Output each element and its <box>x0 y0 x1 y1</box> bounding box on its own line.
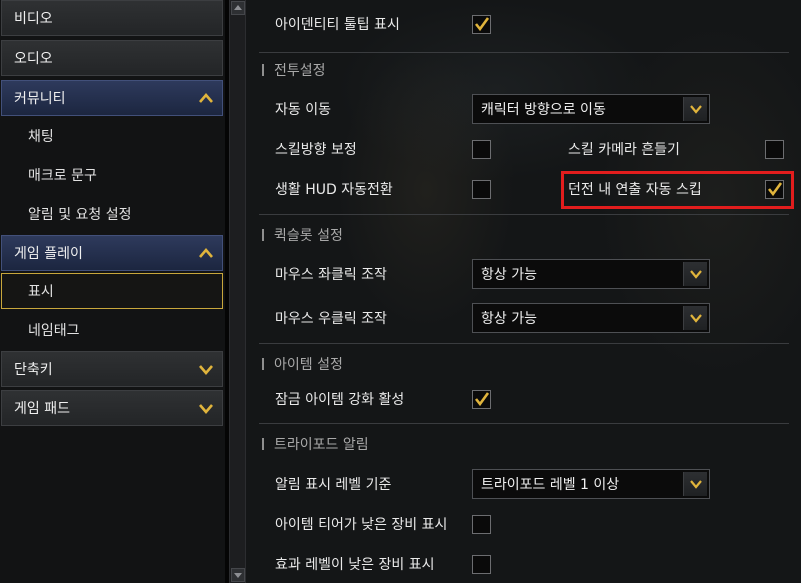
nav-hotkeys[interactable]: 단축키 <box>1 351 223 387</box>
nav-label: 단축키 <box>14 362 53 378</box>
setting-row-identity-tooltip: 아이덴티티 툴팁 표시 <box>246 6 801 42</box>
alert-level-dropdown[interactable]: 트라이포드 레벨 1 이상 <box>472 469 710 499</box>
setting-row-skill-direction: 스킬방향 보정 스킬 카메라 흔들기 <box>246 131 801 167</box>
nav-audio[interactable]: 오디오 <box>1 40 223 76</box>
chevron-down-icon <box>689 105 702 114</box>
dropdown-arrow-icon[interactable] <box>683 262 707 286</box>
dropdown-value: 트라이포드 레벨 1 이상 <box>481 477 620 493</box>
nav-label: 표시 <box>28 284 54 300</box>
life-hud-checkbox[interactable] <box>472 180 491 199</box>
section-divider <box>259 343 789 344</box>
settings-content: 아이덴티티 툴팁 표시 전투설정 자동 이동 캐릭터 방향으로 이동 스킬방향 … <box>246 0 801 583</box>
low-effect-checkbox[interactable] <box>472 555 491 574</box>
nav-video[interactable]: 비디오 <box>1 0 223 36</box>
setting-label: 마우스 우클릭 조작 <box>275 311 387 327</box>
section-marker <box>262 229 264 241</box>
setting-row-right-click: 마우스 우클릭 조작 항상 가능 <box>246 300 801 336</box>
setting-label: 아이덴티티 툴팁 표시 <box>275 17 400 33</box>
setting-label: 스킬방향 보정 <box>275 142 357 158</box>
section-title-quickslot: 퀵슬롯 설정 <box>262 224 343 246</box>
chevron-up-icon <box>199 93 213 103</box>
setting-row-alert-level: 알림 표시 레벨 기준 트라이포드 레벨 1 이상 <box>246 466 801 502</box>
scroll-up-icon <box>234 5 242 10</box>
chevron-down-icon <box>689 314 702 323</box>
section-title-text: 퀵슬롯 설정 <box>274 228 343 244</box>
nav-label: 게임 플레이 <box>14 246 83 262</box>
nav-nametag[interactable]: 네임태그 <box>1 312 223 348</box>
section-marker <box>262 358 264 370</box>
setting-row-left-click: 마우스 좌클릭 조작 항상 가능 <box>246 256 801 292</box>
nav-macro[interactable]: 매크로 문구 <box>1 157 223 193</box>
nav-label: 네임태그 <box>28 323 80 339</box>
setting-label: 잠금 아이템 강화 활성 <box>275 392 405 408</box>
dropdown-value: 항상 가능 <box>481 267 537 283</box>
section-marker <box>262 64 264 76</box>
nav-notification-settings[interactable]: 알림 및 요청 설정 <box>1 196 223 232</box>
settings-sidebar: 비디오 오디오 커뮤니티 채팅 매크로 문구 알림 및 요청 설정 게임 플레이… <box>0 0 225 583</box>
dropdown-arrow-icon[interactable] <box>683 97 707 121</box>
chevron-down-icon <box>199 404 213 414</box>
section-divider <box>259 423 789 424</box>
low-tier-checkbox[interactable] <box>472 515 491 534</box>
nav-gamepad[interactable]: 게임 패드 <box>1 390 223 426</box>
setting-label: 스킬 카메라 흔들기 <box>568 142 680 158</box>
setting-label: 생활 HUD 자동전환 <box>275 182 393 198</box>
setting-label: 자동 이동 <box>275 102 331 118</box>
chevron-down-icon <box>199 365 213 375</box>
check-icon <box>474 17 490 32</box>
setting-row-locked-enhance: 잠금 아이템 강화 활성 <box>246 381 801 417</box>
scroll-down-button[interactable] <box>231 568 245 582</box>
chevron-up-icon <box>199 248 213 258</box>
skill-camera-shake-checkbox[interactable] <box>765 140 784 159</box>
setting-row-low-tier: 아이템 티어가 낮은 장비 표시 <box>246 506 801 542</box>
nav-chat[interactable]: 채팅 <box>1 118 223 154</box>
section-marker <box>262 438 264 450</box>
dropdown-value: 캐릭터 방향으로 이동 <box>481 102 606 118</box>
setting-label: 아이템 티어가 낮은 장비 표시 <box>275 517 448 533</box>
chevron-down-icon <box>689 480 702 489</box>
dropdown-arrow-icon[interactable] <box>683 472 707 496</box>
setting-label: 마우스 좌클릭 조작 <box>275 267 387 283</box>
setting-label: 알림 표시 레벨 기준 <box>275 477 392 493</box>
locked-enhance-checkbox[interactable] <box>472 390 491 409</box>
left-click-dropdown[interactable]: 항상 가능 <box>472 259 710 289</box>
nav-label: 커뮤니티 <box>14 91 66 107</box>
nav-gameplay[interactable]: 게임 플레이 <box>1 235 223 271</box>
setting-row-low-effect: 효과 레벨이 낮은 장비 표시 <box>246 546 801 582</box>
scroll-up-button[interactable] <box>231 1 245 15</box>
section-divider <box>259 52 789 53</box>
skill-direction-checkbox[interactable] <box>472 140 491 159</box>
right-click-dropdown[interactable]: 항상 가능 <box>472 303 710 333</box>
section-divider <box>259 214 789 215</box>
nav-label: 채팅 <box>28 129 54 145</box>
nav-label: 비디오 <box>14 11 53 27</box>
settings-scrollbar[interactable] <box>229 0 246 583</box>
identity-tooltip-checkbox[interactable] <box>472 15 491 34</box>
section-title-item: 아이템 설정 <box>262 353 343 375</box>
nav-label: 오디오 <box>14 51 53 67</box>
setting-label: 효과 레벨이 낮은 장비 표시 <box>275 557 435 573</box>
nav-label: 매크로 문구 <box>28 168 97 184</box>
scroll-down-icon <box>234 573 242 578</box>
nav-label: 게임 패드 <box>14 401 70 417</box>
chevron-down-icon <box>689 270 702 279</box>
check-icon <box>474 392 490 407</box>
nav-label: 알림 및 요청 설정 <box>28 207 132 223</box>
dropdown-value: 항상 가능 <box>481 311 537 327</box>
section-title-text: 트라이포드 알림 <box>274 437 369 453</box>
nav-community[interactable]: 커뮤니티 <box>1 80 223 116</box>
nav-display[interactable]: 표시 <box>1 273 223 309</box>
section-title-text: 전투설정 <box>274 63 326 79</box>
highlight-box <box>561 171 794 209</box>
auto-move-dropdown[interactable]: 캐릭터 방향으로 이동 <box>472 94 710 124</box>
dropdown-arrow-icon[interactable] <box>683 306 707 330</box>
section-title-tripod: 트라이포드 알림 <box>262 433 369 455</box>
section-title-text: 아이템 설정 <box>274 357 343 373</box>
setting-row-auto-move: 자동 이동 캐릭터 방향으로 이동 <box>246 91 801 127</box>
section-title-combat: 전투설정 <box>262 59 326 81</box>
